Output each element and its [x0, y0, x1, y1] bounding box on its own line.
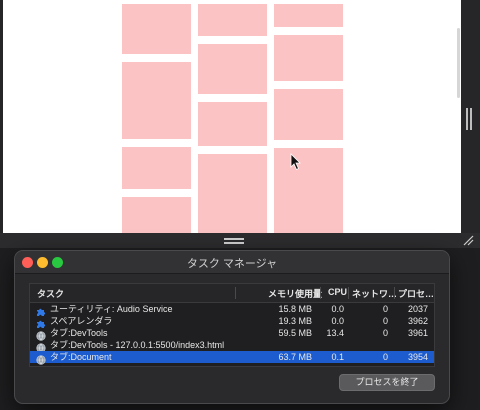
- grid-tile: [274, 148, 343, 233]
- table-header: タスク メモリ使用量 CPU ネットワ… プロセ…: [30, 284, 434, 303]
- table-row-selected[interactable]: タブ:Document 63.7 MB 0.1 0 3954: [30, 351, 434, 365]
- cell-memory: 19.3 MB: [278, 316, 312, 326]
- end-process-button[interactable]: プロセスを終了: [339, 374, 435, 391]
- task-manager-window: タスク マネージャ タスク メモリ使用量 CPU ネットワ… プロセ… ユーティ…: [14, 250, 450, 404]
- grid-tile: [198, 154, 267, 233]
- side-resize-handle[interactable]: [466, 108, 472, 130]
- puzzle-icon: [36, 316, 46, 328]
- cell-task: スペアレンダラ: [50, 316, 113, 326]
- column-divider[interactable]: [320, 287, 321, 299]
- window-title: タスク マネージャ: [186, 258, 278, 270]
- cell-process-id: 3954: [407, 352, 428, 362]
- cell-task: タブ:DevTools: [50, 328, 108, 338]
- cell-cpu: 13.4: [326, 328, 344, 338]
- grid-tile: [122, 4, 191, 54]
- cell-network: 0: [382, 304, 388, 314]
- table-row[interactable]: タブ:DevTools - 127.0.0.1:5500/index3.html: [30, 339, 434, 353]
- globe-icon: [36, 340, 46, 353]
- grid-tile: [274, 4, 343, 27]
- grid-tile: [198, 44, 267, 94]
- page-scrollbar[interactable]: [457, 28, 460, 98]
- cell-network: 0: [382, 316, 388, 326]
- column-divider[interactable]: [394, 287, 395, 299]
- grid-tile: [198, 102, 267, 146]
- cell-cpu: 0.0: [331, 316, 344, 326]
- table-row[interactable]: タブ:DevTools 59.5 MB 13.4 0 3961: [30, 327, 434, 341]
- grid-tile: [274, 89, 343, 140]
- table-row[interactable]: ユーティリティ: Audio Service 15.8 MB 0.0 0 2037: [30, 303, 434, 316]
- cell-task: タブ:DevTools - 127.0.0.1:5500/index3.html: [50, 340, 225, 350]
- column-header-network[interactable]: ネットワ…: [352, 287, 397, 300]
- process-table: タスク メモリ使用量 CPU ネットワ… プロセ… ユーティリティ: Audio…: [29, 283, 435, 367]
- column-divider[interactable]: [235, 287, 236, 299]
- title-bar[interactable]: タスク マネージャ: [15, 251, 449, 274]
- column-header-cpu[interactable]: CPU: [328, 287, 347, 297]
- page-content[interactable]: [3, 0, 461, 233]
- globe-icon: [36, 352, 46, 365]
- mouse-cursor-icon: [290, 153, 301, 171]
- drag-handle-icon[interactable]: [224, 238, 244, 244]
- cell-cpu: 0.1: [331, 352, 344, 362]
- puzzle-icon: [36, 304, 46, 316]
- cell-task: タブ:Document: [50, 352, 112, 362]
- grid-tile: [122, 197, 191, 233]
- globe-icon: [36, 328, 46, 341]
- cell-process-id: [396, 339, 428, 351]
- table-row[interactable]: スペアレンダラ 19.3 MB 0.0 0 3962: [30, 315, 434, 328]
- resize-grip-icon[interactable]: [462, 234, 474, 246]
- cell-memory: 15.8 MB: [278, 304, 312, 314]
- cell-network: 0: [382, 352, 388, 362]
- cell-memory: 63.7 MB: [278, 352, 312, 362]
- grid-tile: [274, 35, 343, 81]
- column-divider[interactable]: [348, 287, 349, 299]
- cell-process-id: 3961: [407, 328, 428, 338]
- column-header-task[interactable]: タスク: [37, 287, 64, 300]
- cell-process-id: 3962: [407, 316, 428, 326]
- grid-tile: [122, 147, 191, 189]
- grid-tile: [122, 62, 191, 139]
- cell-process-id: 2037: [407, 304, 428, 314]
- cell-network: 0: [382, 328, 388, 338]
- cell-network: [352, 339, 388, 351]
- column-header-memory[interactable]: メモリ使用量: [268, 287, 322, 300]
- grid-tile: [198, 4, 267, 36]
- cell-cpu: 0.0: [331, 304, 344, 314]
- column-header-process[interactable]: プロセ…: [398, 287, 434, 300]
- cell-cpu: [322, 339, 344, 351]
- cell-task: ユーティリティ: Audio Service: [50, 304, 173, 314]
- cell-memory: [260, 339, 312, 351]
- cell-memory: 59.5 MB: [278, 328, 312, 338]
